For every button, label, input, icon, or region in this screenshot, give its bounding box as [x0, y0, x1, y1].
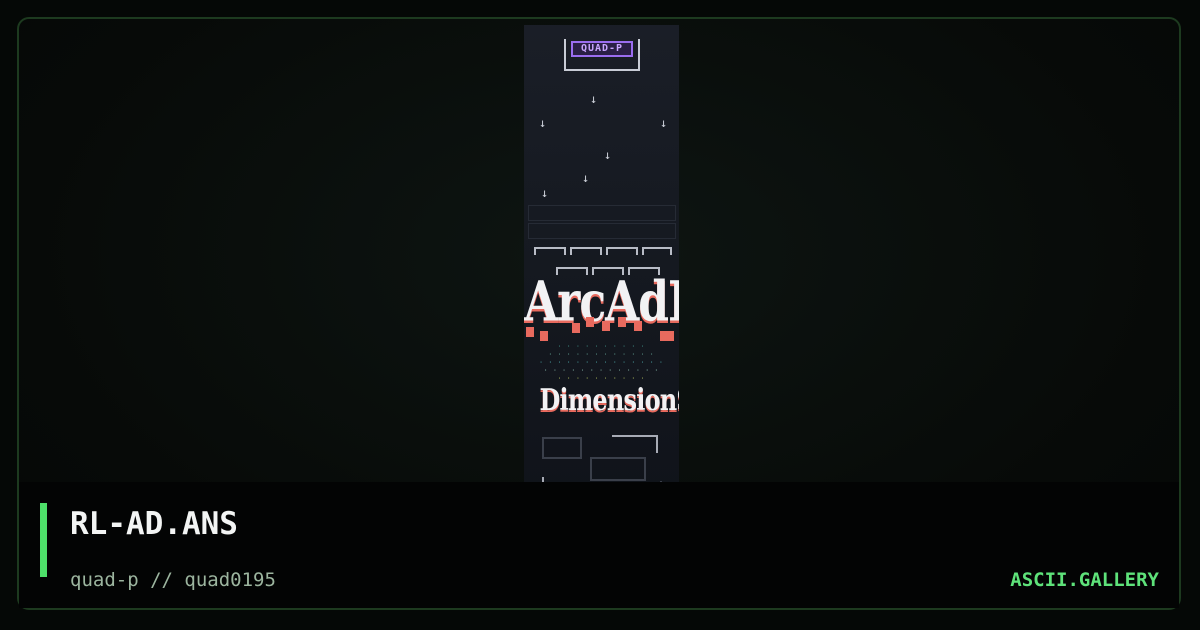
down-arrow-icon: ↓: [604, 148, 612, 162]
dot-row: · · · · · · · · · · · ·: [548, 351, 655, 358]
drip-mark: [602, 321, 610, 331]
drip-mark: [634, 321, 642, 331]
roof-segment: [570, 247, 602, 257]
site-brand[interactable]: ASCII.GALLERY: [1010, 568, 1159, 592]
drip-mark: [586, 317, 594, 327]
ansi-artwork: QUAD-P ↓ ↓ ↓ ↓ ↓ ↓ ArcAdE · · · · · · · …: [524, 25, 679, 501]
drip-mark: [540, 331, 548, 341]
drip-mark: [618, 317, 626, 327]
brick-row: [528, 205, 676, 221]
info-footer: RL-AD.ANS quad-p // quad0195 ASCII.GALLE…: [19, 482, 1179, 608]
artwork-word-bottom: DimensionS: [539, 383, 680, 418]
frame-box: [612, 435, 658, 453]
down-arrow-icon: ↓: [582, 171, 590, 185]
dot-row: · · · · · · · · · ·: [557, 343, 646, 350]
artwork-title: RL-AD.ANS: [70, 506, 238, 542]
roof-segment: [606, 247, 638, 257]
drip-mark: [660, 331, 674, 341]
accent-bar: [40, 503, 47, 577]
drip-mark: [526, 327, 534, 337]
down-arrow-icon: ↓: [590, 92, 598, 106]
brick-row: [528, 223, 676, 239]
down-arrow-icon: ↓: [539, 116, 547, 130]
roof-segment: [534, 247, 566, 257]
frame-box: [542, 437, 582, 459]
roof-segment: [642, 247, 672, 257]
artwork-author: quad-p // quad0195: [70, 569, 276, 591]
author-badge: QUAD-P: [571, 41, 633, 57]
drip-mark: [572, 323, 580, 333]
dot-row: · · · · · · · · · · · · ·: [543, 367, 660, 374]
dot-row: · · · · · · · · · · · · · ·: [539, 359, 664, 366]
down-arrow-icon: ↓: [541, 186, 549, 200]
down-arrow-icon: ↓: [660, 116, 668, 130]
frame-box: [590, 457, 646, 481]
